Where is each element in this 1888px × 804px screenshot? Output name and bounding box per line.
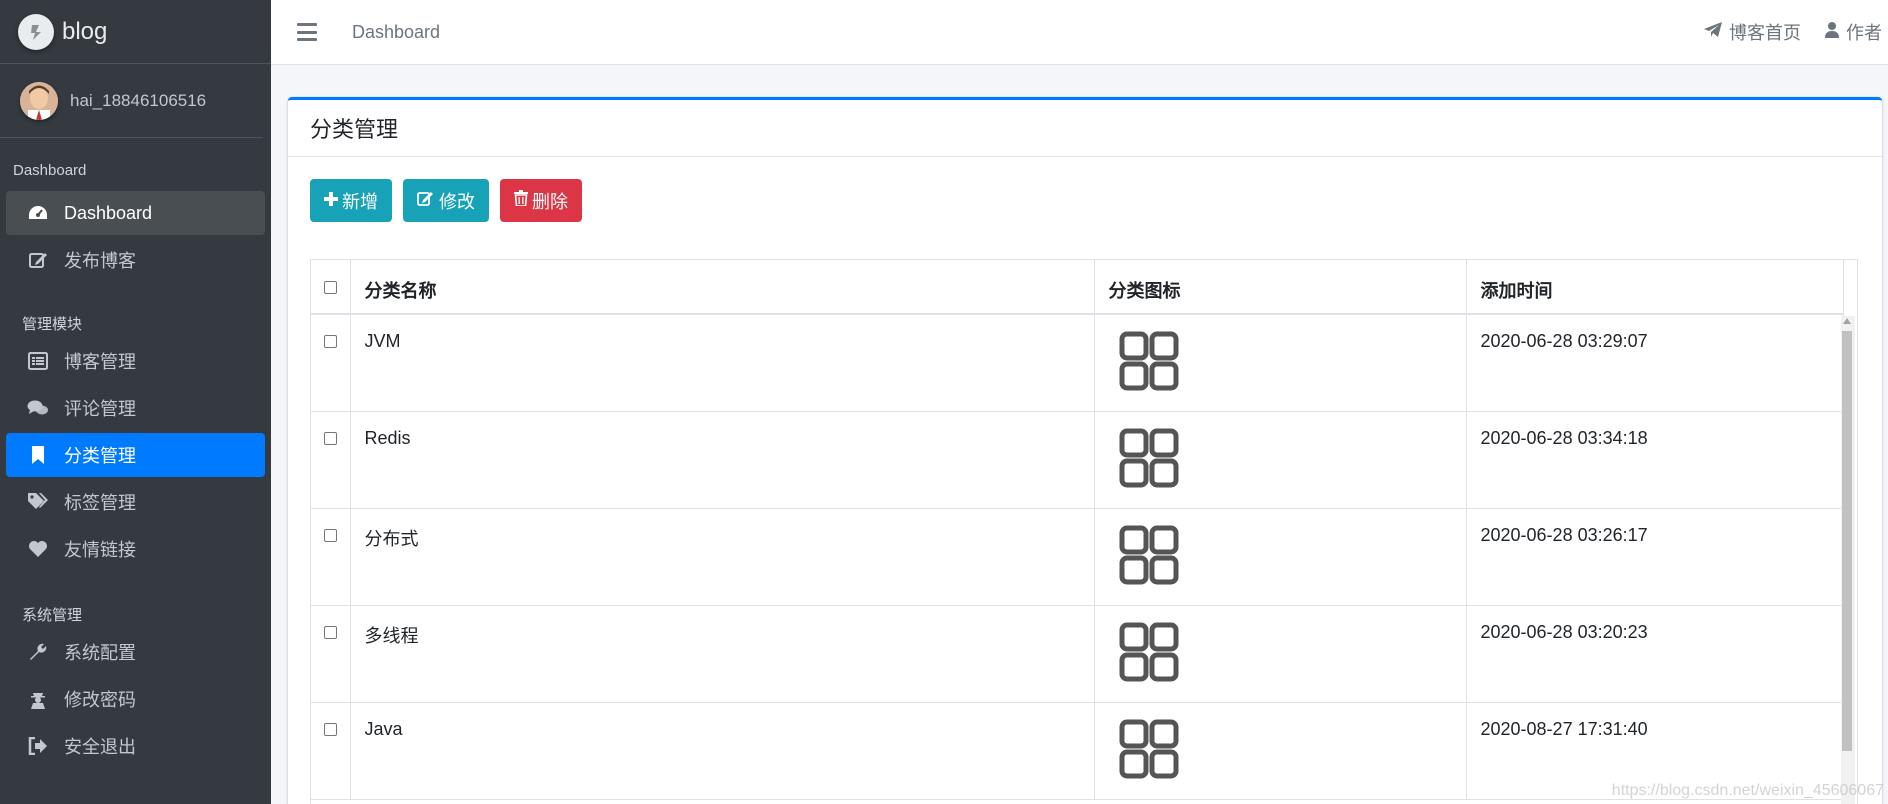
card-header: 分类管理 [288,100,1882,157]
sidebar-item-category-manage[interactable]: 分类管理 [6,433,265,477]
th-large-icon [1119,622,1178,681]
row-checkbox[interactable] [324,335,337,348]
author-link[interactable]: 作者 [1825,19,1882,45]
sidebar-item-dashboard[interactable]: Dashboard [6,191,265,235]
sidebar-item-comment-manage[interactable]: 评论管理 [6,386,265,430]
category-table: 分类名称 分类图标 添加时间 JVM 2020-06-28 03:29:07 R… [311,260,1844,800]
table-scrollbar[interactable] [1841,316,1855,804]
sidebar-item-label: 系统配置 [64,643,136,663]
plus-icon [324,190,342,211]
row-checkbox[interactable] [324,431,337,445]
tags-icon [26,490,50,514]
added-time: 2020-06-28 03:26:17 [1466,508,1844,606]
sidebar-item-label: 标签管理 [64,493,136,513]
edit-button[interactable]: 修改 [403,179,489,222]
watermark: https://blog.csdn.net/weixin_45606067 [1611,782,1884,799]
list-alt-icon [26,349,50,373]
brand[interactable]: blog [0,0,271,64]
th-large-icon [1119,719,1178,778]
sign-out-icon [26,734,50,758]
row-checkbox[interactable] [324,625,337,639]
bookmark-icon [26,443,50,467]
sidebar-item-label: 安全退出 [64,737,136,757]
add-button[interactable]: 新增 [310,179,392,222]
th-large-icon [1119,331,1178,391]
table-row[interactable]: 多线程 2020-06-28 03:20:23 [311,605,1844,703]
table-row[interactable]: JVM 2020-06-28 03:29:07 [311,314,1844,412]
category-name: JVM [350,314,1095,412]
category-card: 分类管理 新增 修改 删除 分类名称 分类图标 添加时间 JVM 2020-06… [288,97,1882,804]
add-button-label: 新增 [342,191,378,212]
sidebar-item-publish[interactable]: 发布博客 [6,238,265,282]
heart-icon [26,537,50,561]
toolbar: 新增 修改 删除 [310,179,593,222]
category-name: 分布式 [350,508,1095,606]
sidebar-item-label: 博客管理 [64,352,136,372]
column-header-icon[interactable]: 分类图标 [1094,260,1467,315]
scroll-up-arrow-icon[interactable] [1843,318,1851,324]
trash-icon [514,190,532,211]
nav-header-system: 系统管理 [22,607,83,624]
sidebar-item-change-password[interactable]: 修改密码 [6,677,265,721]
brand-name: blog [62,17,108,45]
sidebar-item-system-config[interactable]: 系统配置 [6,630,265,674]
author-label: 作者 [1846,23,1882,43]
user-panel[interactable]: hai_18846106516 [0,64,263,138]
user-name: hai_18846106516 [70,90,207,110]
topbar: Dashboard 博客首页 作者 [271,0,1888,65]
edit-button-label: 修改 [439,191,475,212]
select-all-cell [311,260,351,315]
scrollbar-thumb[interactable] [1842,331,1852,751]
column-header-time[interactable]: 添加时间 [1466,260,1844,315]
avatar [20,81,58,120]
brand-logo-icon [18,13,54,50]
sidebar-item-friend-links[interactable]: 友情链接 [6,527,265,571]
added-time: 2020-06-28 03:34:18 [1466,411,1844,509]
row-checkbox[interactable] [324,722,337,736]
sidebar-item-label: 评论管理 [64,399,136,419]
select-all-checkbox[interactable] [324,281,337,294]
category-name: Java [350,702,1095,800]
sidebar-item-tag-manage[interactable]: 标签管理 [6,480,265,524]
category-name: 多线程 [350,605,1095,703]
delete-button[interactable]: 删除 [500,179,582,222]
sidebar-item-blog-manage[interactable]: 博客管理 [6,339,265,383]
column-header-name[interactable]: 分类名称 [350,260,1095,315]
tachometer-icon [26,201,50,225]
row-checkbox[interactable] [324,528,337,542]
th-large-icon [1119,428,1178,487]
table-row[interactable]: 分布式 2020-06-28 03:26:17 [311,508,1844,606]
blog-home-link[interactable]: 博客首页 [1704,19,1801,45]
edit-icon [417,190,439,211]
table-row[interactable]: Redis 2020-06-28 03:34:18 [311,411,1844,509]
sidebar-item-label: 修改密码 [64,690,136,710]
table-header-row: 分类名称 分类图标 添加时间 [311,260,1844,315]
wrench-icon [26,640,50,664]
sidebar-item-logout[interactable]: 安全退出 [6,724,265,768]
category-table-container: 分类名称 分类图标 添加时间 JVM 2020-06-28 03:29:07 R… [310,259,1858,804]
comments-icon [26,396,50,420]
nav-header-manage: 管理模块 [22,316,83,333]
sidebar-item-label: 发布博客 [64,251,136,271]
added-time: 2020-06-28 03:20:23 [1466,605,1844,703]
nav-header-dashboard: Dashboard [13,162,87,179]
breadcrumb-dashboard-link[interactable]: Dashboard [352,22,440,43]
sidebar-item-label: 友情链接 [64,540,136,560]
th-large-icon [1119,525,1178,584]
edit-icon [26,248,50,272]
hamburger-menu-icon[interactable] [297,23,317,41]
added-time: 2020-06-28 03:29:07 [1466,314,1844,412]
blog-home-label: 博客首页 [1729,23,1801,43]
delete-button-label: 删除 [532,191,568,212]
user-secret-icon [26,687,50,711]
category-name: Redis [350,411,1095,509]
page-title: 分类管理 [310,117,399,142]
paper-plane-icon [1704,21,1729,43]
sidebar: blog hai_18846106516 Dashboard Dashboard… [0,0,271,804]
user-icon [1825,21,1846,43]
sidebar-item-label: Dashboard [64,202,153,223]
sidebar-item-label: 分类管理 [64,446,136,466]
